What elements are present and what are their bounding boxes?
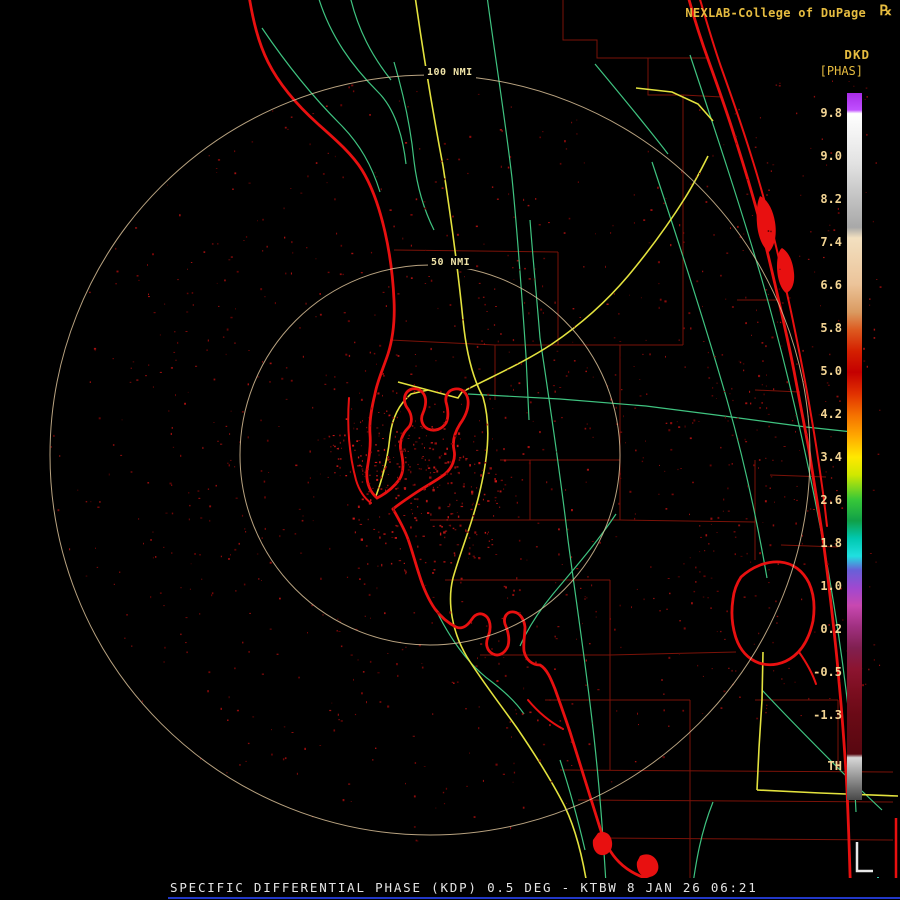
range-ring-label-100: 100 NMI <box>424 66 476 79</box>
interstate-4 <box>462 156 708 392</box>
gulf-coast-south <box>393 509 722 888</box>
pinellas-barrier <box>348 398 371 503</box>
tampa-bay <box>377 389 468 509</box>
lagoon-blob-2 <box>777 248 794 293</box>
coastline-layer <box>249 0 851 900</box>
lagoon-blob-1 <box>757 196 776 252</box>
atlantic-coast <box>688 0 851 900</box>
threshold-label: TH <box>828 759 842 773</box>
radar-speckle-layer <box>51 81 882 842</box>
sanibel-coast <box>528 700 563 729</box>
colorbar <box>847 93 862 800</box>
range-ring-label-50: 50 NMI <box>428 256 473 269</box>
island-blob-1 <box>593 832 612 855</box>
brand-text: NEXLAB-College of DuPage <box>685 6 866 20</box>
lake-okeechobee <box>732 562 814 665</box>
range-rings-layer <box>50 75 810 835</box>
white-corner-mark <box>857 842 873 871</box>
product-title: SPECIFIC DIFFERENTIAL PHASE (KDP) 0.5 DE… <box>170 880 758 895</box>
gulf-coast-north <box>249 0 394 498</box>
range-ring-50 <box>240 265 620 645</box>
units-label: [PHAS] <box>820 64 863 78</box>
interstate-75-south <box>451 397 589 898</box>
florida-radar-map <box>0 0 900 900</box>
status-underline <box>168 897 900 899</box>
status-bar: SPECIFIC DIFFERENTIAL PHASE (KDP) 0.5 DE… <box>0 878 900 900</box>
cod-logo-icon: ℞ <box>879 3 892 19</box>
interstate-75-north <box>415 0 483 397</box>
range-ring-100 <box>50 75 810 835</box>
island-blob-2 <box>637 854 659 877</box>
product-id-label: DKD <box>844 47 870 62</box>
radar-viewport: NEXLAB-College of DuPage ℞ DKD [PHAS] 9.… <box>0 0 900 900</box>
